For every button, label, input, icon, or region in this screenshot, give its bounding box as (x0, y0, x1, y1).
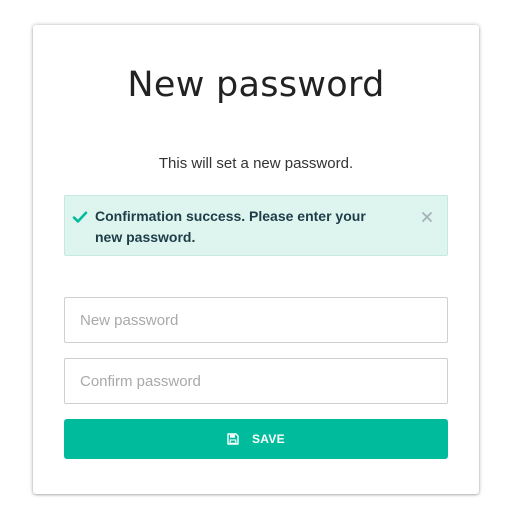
page-title: New password (127, 65, 385, 105)
success-alert: Confirmation success. Please enter your … (64, 195, 448, 256)
page-subtitle: This will set a new password. (158, 155, 354, 172)
alert-message: Confirmation success. Please enter your … (95, 208, 366, 245)
password-card: New password This will set a new passwor… (33, 25, 479, 494)
close-icon[interactable] (418, 208, 436, 226)
floppy-disk-icon (227, 433, 239, 445)
confirm-password-input[interactable] (64, 358, 448, 404)
save-button-label: SAVE (252, 432, 285, 446)
new-password-input[interactable] (64, 297, 448, 343)
save-button[interactable]: SAVE (64, 419, 448, 459)
checkmark-icon (72, 211, 88, 223)
